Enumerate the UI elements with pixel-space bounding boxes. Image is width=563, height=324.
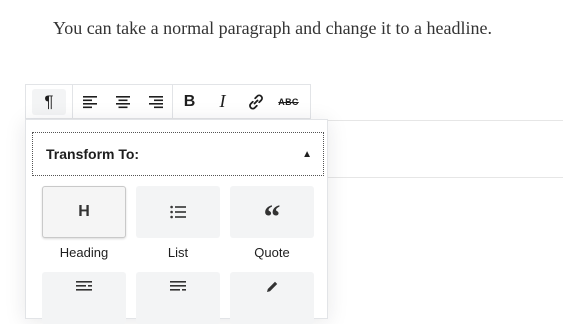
- block-toolbar: ¶ B I ABC: [25, 84, 311, 119]
- align-left-button[interactable]: [73, 85, 106, 118]
- heading-tile: H: [42, 186, 126, 238]
- quote-icon: “: [263, 199, 281, 236]
- heading-icon: H: [78, 203, 90, 220]
- align-center-icon: [115, 95, 130, 108]
- block-switcher-button[interactable]: ¶: [26, 85, 72, 118]
- transform-popover: Transform To: ▲ H Heading List “ Quote: [25, 119, 328, 324]
- transform-item-label: List: [167, 245, 189, 260]
- pencil-tile: [230, 272, 314, 324]
- transform-item-pencil[interactable]: [230, 272, 314, 324]
- preformatted-icon: [76, 281, 92, 291]
- align-right-button[interactable]: [139, 85, 172, 118]
- strikethrough-icon: ABC: [278, 96, 299, 107]
- list-icon: [170, 205, 186, 219]
- verse-icon: [170, 281, 186, 291]
- pencil-icon: [267, 281, 278, 292]
- preformatted-tile: [42, 272, 126, 324]
- transform-item-heading[interactable]: H Heading: [42, 186, 126, 260]
- block-border-top: [325, 120, 563, 121]
- transform-item-quote[interactable]: “ Quote: [230, 186, 314, 260]
- caret-up-icon: ▲: [302, 148, 312, 160]
- link-icon: [248, 93, 263, 110]
- verse-tile: [136, 272, 220, 324]
- strikethrough-button[interactable]: ABC: [272, 85, 305, 118]
- transform-item-label: Heading: [59, 245, 109, 260]
- align-center-button[interactable]: [106, 85, 139, 118]
- italic-icon: I: [219, 91, 226, 111]
- paragraph-icon: ¶: [44, 91, 54, 111]
- bold-button[interactable]: B: [173, 85, 206, 118]
- alignment-group: [72, 85, 172, 118]
- bold-icon: B: [183, 92, 196, 110]
- block-switcher-group: ¶: [26, 85, 72, 118]
- transform-item-label: Quote: [254, 245, 290, 260]
- align-right-icon: [148, 95, 163, 108]
- link-button[interactable]: [239, 85, 272, 118]
- list-tile: [136, 186, 220, 238]
- transform-item-verse[interactable]: [136, 272, 220, 324]
- italic-button[interactable]: I: [206, 85, 239, 118]
- transform-item-preformatted[interactable]: [42, 272, 126, 324]
- intro-paragraph: You can take a normal paragraph and chan…: [53, 18, 493, 38]
- formatting-group: B I ABC: [172, 85, 305, 118]
- block-border-bottom: [325, 177, 563, 178]
- quote-tile: “: [230, 186, 314, 238]
- transform-to-header[interactable]: Transform To: ▲: [32, 132, 324, 176]
- align-left-icon: [82, 95, 97, 108]
- transform-to-label: Transform To:: [46, 146, 140, 162]
- transform-item-list[interactable]: List: [136, 186, 220, 260]
